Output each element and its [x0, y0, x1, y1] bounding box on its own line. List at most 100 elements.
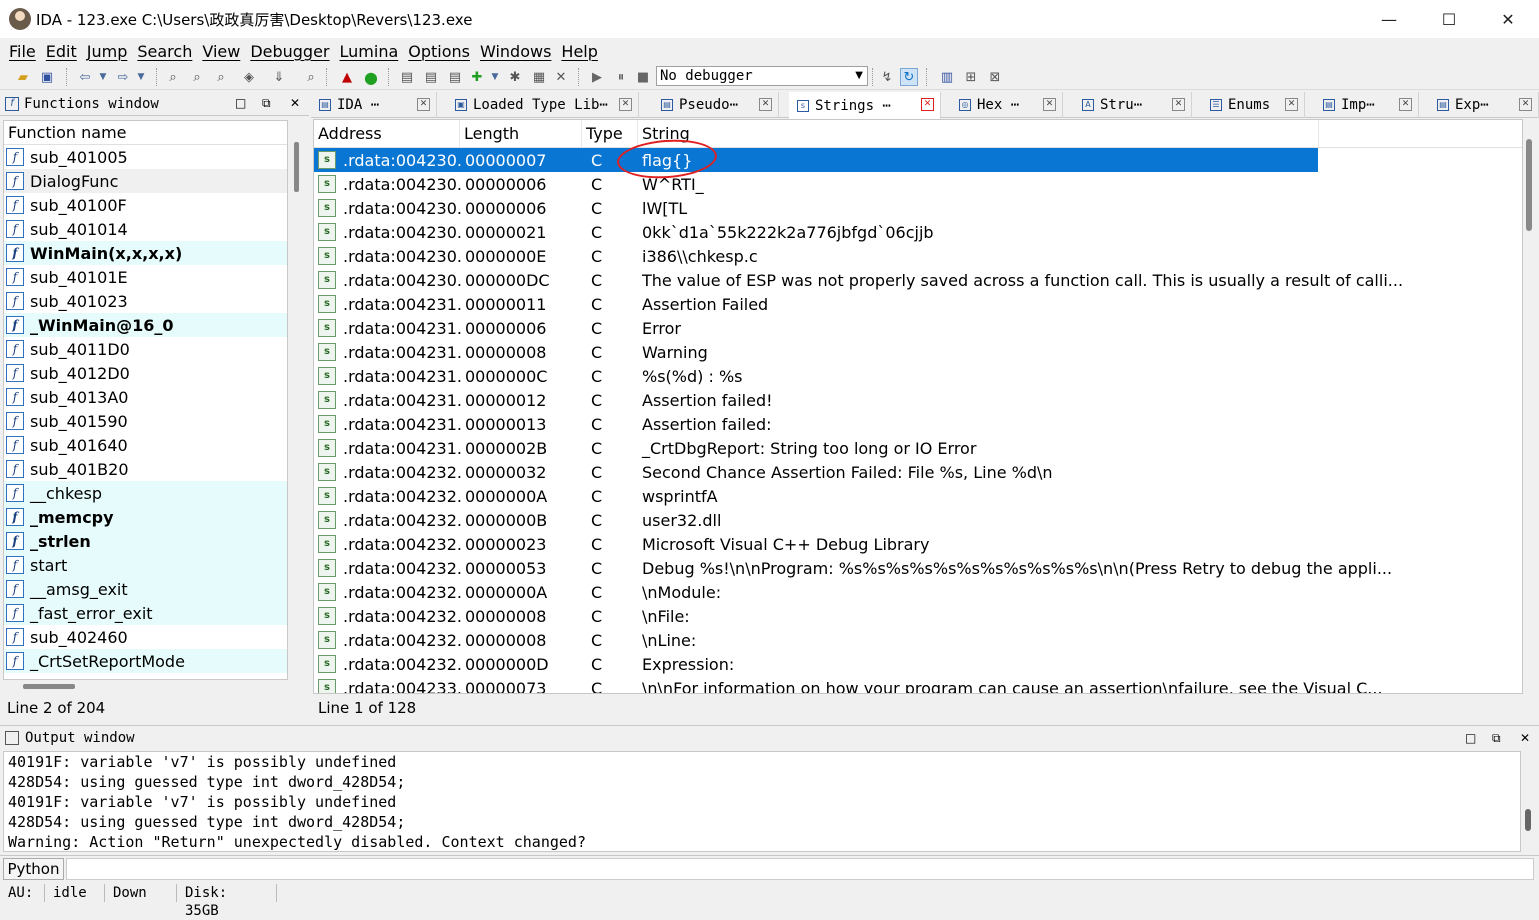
- search-text-icon[interactable]: ⌕: [164, 68, 182, 86]
- panel-float-icon[interactable]: ⧉: [1492, 731, 1501, 746]
- menu-lumina[interactable]: Lumina: [335, 42, 404, 61]
- tab-close-icon[interactable]: ✕: [1399, 98, 1412, 111]
- debugger-select[interactable]: No debugger ▼: [656, 66, 868, 86]
- tab-close-icon[interactable]: ✕: [1043, 98, 1056, 111]
- function-list-item[interactable]: f sub_401640: [4, 433, 287, 457]
- string-row[interactable]: s .rdata:004230... 00000006 ClW[TL: [314, 196, 1522, 220]
- string-row[interactable]: s .rdata:004231... 0000002B C _CrtDbgReport:…: [314, 436, 1522, 460]
- tab-1[interactable]: ▣ Loaded Type Lib⋯ ✕: [447, 92, 639, 118]
- function-list-item[interactable]: f sub_4012D0: [4, 361, 287, 385]
- string-row[interactable]: s .rdata:004231... 00000012 C Assertion fail…: [314, 388, 1522, 412]
- string-row[interactable]: s .rdata:004230... 0000000E Ci386\\chkesp.c: [314, 244, 1522, 268]
- command-input[interactable]: [66, 858, 1534, 880]
- panel-minimize-icon[interactable]: □: [235, 96, 246, 110]
- code-icon[interactable]: ▤: [398, 68, 416, 86]
- function-name-column-header[interactable]: Function name: [4, 121, 287, 145]
- string-row[interactable]: s .rdata:004232... 0000000A CwsprintfA: [314, 484, 1522, 508]
- tab-2[interactable]: ▤ Pseudo⋯ ✕: [653, 92, 779, 118]
- menu-help[interactable]: Help: [556, 42, 602, 61]
- menu-view[interactable]: View: [197, 42, 245, 61]
- string-row[interactable]: s .rdata:004231... 00000006 C Error: [314, 316, 1522, 340]
- find-icon[interactable]: ⌕: [302, 68, 320, 86]
- function-list-item[interactable]: f sub_401590: [4, 409, 287, 433]
- warning-icon[interactable]: ▲: [338, 68, 356, 86]
- string-row[interactable]: s .rdata:004231... 00000013 C Assertion fail…: [314, 412, 1522, 436]
- open-file-icon[interactable]: ▰: [14, 68, 32, 86]
- patch-icon[interactable]: ▦: [530, 68, 548, 86]
- string-row[interactable]: s .rdata:004233... 00000073 C \n\nFor inform…: [314, 676, 1522, 693]
- forward-dropdown-icon[interactable]: ▼: [132, 68, 150, 86]
- tab-close-icon[interactable]: ✕: [417, 98, 430, 111]
- scrollbar-thumb[interactable]: [1526, 139, 1532, 231]
- search-immediate-icon[interactable]: ⌕: [212, 68, 230, 86]
- function-list-item[interactable]: f _memcpy: [4, 505, 287, 529]
- function-list-item[interactable]: f WinMain(x,x,x,x): [4, 241, 287, 265]
- gear-icon[interactable]: ✱: [506, 68, 524, 86]
- tab-close-icon[interactable]: ✕: [619, 98, 632, 111]
- tab-3[interactable]: s Strings ⋯ ✕: [789, 92, 941, 119]
- tab-8[interactable]: ▤ Exp⋯ ✕: [1429, 92, 1539, 118]
- function-list-item[interactable]: f sub_40100F: [4, 193, 287, 217]
- scrollbar-thumb[interactable]: [294, 142, 299, 192]
- string-row[interactable]: s .rdata:004232... 0000000B Cuser32.dll: [314, 508, 1522, 532]
- string-row[interactable]: s .rdata:004231... 0000000C C %s(%d) : %s: [314, 364, 1522, 388]
- menu-debugger[interactable]: Debugger: [245, 42, 334, 61]
- add-icon[interactable]: ✚: [468, 68, 486, 86]
- data-icon[interactable]: ▤: [422, 68, 440, 86]
- tab-close-icon[interactable]: ✕: [1285, 98, 1298, 111]
- flowchart-icon[interactable]: ⊞: [962, 68, 980, 86]
- undefine-icon[interactable]: ✕: [552, 68, 570, 86]
- string-row[interactable]: s .rdata:004232... 0000000A C \nModule:: [314, 580, 1522, 604]
- function-list-item[interactable]: f sub_40101E: [4, 265, 287, 289]
- string-row[interactable]: s .rdata:004232... 00000008 C \nLine:: [314, 628, 1522, 652]
- search-next-icon[interactable]: ◈: [240, 68, 258, 86]
- function-list-item[interactable]: f __chkesp: [4, 481, 287, 505]
- panel-close-icon[interactable]: ✕: [1520, 731, 1530, 745]
- menu-search[interactable]: Search: [132, 42, 197, 61]
- pause-icon[interactable]: ⏸: [612, 68, 630, 86]
- string-row[interactable]: s .rdata:004232... 00000053 C Debug %s!\n\nP…: [314, 556, 1522, 580]
- string-row[interactable]: s .rdata:004232... 00000008 C \nFile:: [314, 604, 1522, 628]
- tab-6[interactable]: ☰ Enums ✕: [1202, 92, 1305, 118]
- back-icon[interactable]: ⇦: [76, 68, 94, 86]
- function-list-item[interactable]: f DialogFunc: [4, 169, 287, 193]
- search-binary-icon[interactable]: ⌕: [188, 68, 206, 86]
- tab-close-icon[interactable]: ✕: [1172, 98, 1185, 111]
- tab-close-icon[interactable]: ✕: [759, 98, 772, 111]
- forward-icon[interactable]: ⇨: [114, 68, 132, 86]
- string-row[interactable]: s .rdata:004230... 00000006 C W^RTI_: [314, 172, 1522, 196]
- tab-7[interactable]: ▤ Imp⋯ ✕: [1315, 92, 1419, 118]
- scrollbar-thumb[interactable]: [23, 684, 75, 689]
- column-header-address[interactable]: Address: [314, 120, 460, 147]
- output-text[interactable]: 40191F: variable 'v7' is possibly undefi…: [3, 751, 1521, 852]
- function-list-hscrollbar[interactable]: [3, 680, 288, 694]
- minimize-button[interactable]: —: [1359, 0, 1419, 38]
- menu-file[interactable]: File: [4, 42, 41, 61]
- string-row[interactable]: s .rdata:004231... 00000011 C Assertion Fail…: [314, 292, 1522, 316]
- maximize-button[interactable]: ☐: [1419, 0, 1479, 38]
- panel-minimize-icon[interactable]: □: [1465, 731, 1476, 745]
- string-row[interactable]: s .rdata:004232... 0000000D C Expression:: [314, 652, 1522, 676]
- strings-vscrollbar[interactable]: [1523, 119, 1539, 694]
- column-header-string[interactable]: String: [638, 120, 1319, 147]
- tab-4[interactable]: ◎ Hex ⋯ ✕: [951, 92, 1063, 118]
- function-list-item[interactable]: f sub_4011D0: [4, 337, 287, 361]
- string-row[interactable]: s .rdata:004230... 00000021 C 0kk`d1a`55k222…: [314, 220, 1522, 244]
- tab-5[interactable]: A Stru⋯ ✕: [1074, 92, 1192, 118]
- function-list-vscrollbar[interactable]: [292, 120, 306, 680]
- string-row[interactable]: s .rdata:004232... 00000023 C Microsoft Visu…: [314, 532, 1522, 556]
- tab-close-icon[interactable]: ✕: [921, 98, 934, 111]
- function-list-item[interactable]: f sub_401005: [4, 145, 287, 169]
- add-dropdown-icon[interactable]: ▼: [486, 68, 504, 86]
- tab-0[interactable]: ▤ IDA ⋯ ✕: [311, 92, 437, 118]
- graph-icon[interactable]: ▥: [938, 68, 956, 86]
- string-row[interactable]: s .rdata:004230... 00000007 Cflag{}: [314, 148, 1318, 172]
- menu-jump[interactable]: Jump: [82, 42, 133, 61]
- string-icon[interactable]: ▤: [446, 68, 464, 86]
- scrollbar-thumb[interactable]: [1525, 809, 1531, 831]
- xref-icon[interactable]: ⊠: [986, 68, 1004, 86]
- function-list-item[interactable]: f _strlen: [4, 529, 287, 553]
- jump-down-icon[interactable]: ⇓: [270, 68, 288, 86]
- function-list-item[interactable]: f sub_401023: [4, 289, 287, 313]
- tab-close-icon[interactable]: ✕: [1519, 98, 1532, 111]
